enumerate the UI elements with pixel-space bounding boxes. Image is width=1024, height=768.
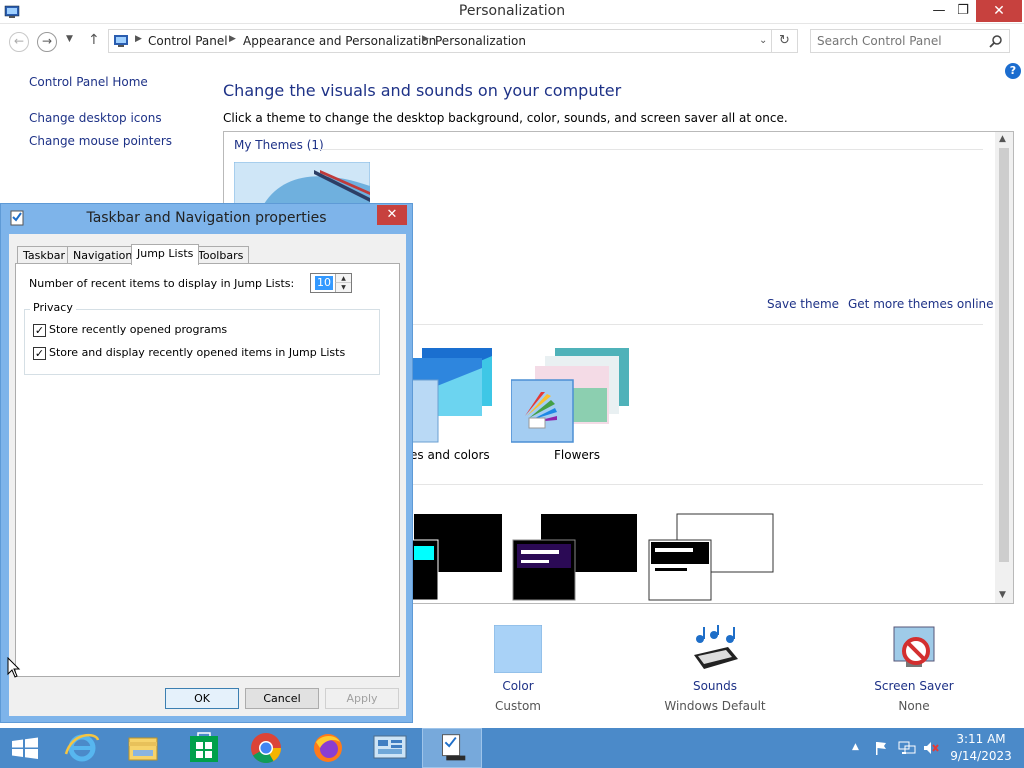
theme-label[interactable]: es and colors [410,448,490,462]
my-themes-label: My Themes (1) [234,138,324,152]
firefox-icon[interactable] [298,728,358,768]
my-theme-thumbnail[interactable] [234,162,370,204]
change-mouse-pointers-link[interactable]: Change mouse pointers [29,134,172,148]
recent-items-stepper[interactable]: 10 ▲ ▼ [310,273,352,293]
recent-items-value[interactable]: 10 [315,276,333,290]
jump-lists-pane: Number of recent items to display in Jum… [15,263,400,677]
address-box[interactable]: ▶ Control Panel ▶ Appearance and Persona… [108,29,772,53]
tab-taskbar[interactable]: Taskbar [17,246,71,264]
search-box[interactable] [810,29,1010,53]
screen-saver-icon [893,626,935,667]
page-description: Click a theme to change the desktop back… [223,111,788,125]
control-panel-icon [114,35,128,47]
change-desktop-icons-link[interactable]: Change desktop icons [29,111,162,125]
network-icon[interactable] [898,740,916,756]
privacy-groupbox [24,309,380,375]
scroll-up-arrow[interactable]: ▲ [999,134,1006,144]
tab-toolbars[interactable]: Toolbars [192,246,250,264]
color-value: Custom [495,699,541,713]
recent-pages-dropdown[interactable]: ▼ [66,34,73,44]
store-icon[interactable] [174,728,234,768]
screen-saver-value: None [898,699,930,713]
breadcrumb-personalization[interactable]: Personalization [435,34,526,48]
search-input[interactable] [817,33,977,49]
group-divider [314,149,983,150]
dialog-title: Taskbar and Navigation properties [86,210,327,226]
store-items-label[interactable]: Store and display recently opened items … [49,346,345,359]
recent-items-label: Number of recent items to display in Jum… [29,277,295,290]
taskbar-properties-taskbar-icon[interactable] [422,728,482,768]
internet-explorer-icon[interactable] [52,728,112,768]
stepper-down-button[interactable]: ▼ [335,283,351,292]
breadcrumb-separator[interactable]: ▶ [229,34,236,44]
refresh-button[interactable]: ↻ [772,29,798,53]
file-explorer-icon[interactable] [113,728,173,768]
tab-navigation[interactable]: Navigation [67,246,139,264]
clock-date: 9/14/2023 [950,749,1012,763]
get-more-themes-link[interactable]: Get more themes online [848,297,994,311]
cancel-button[interactable]: Cancel [245,688,319,709]
store-programs-label[interactable]: Store recently opened programs [49,323,227,336]
up-button[interactable]: ↑ [88,32,100,48]
address-bar-row: ← → ▼ ↑ ▶ Control Panel ▶ Appearance and… [0,24,1024,58]
color-label[interactable]: Color [458,679,578,693]
sounds-icon [694,625,738,669]
dialog-body: Taskbar Navigation Jump Lists Toolbars N… [9,234,406,716]
theme-lines-and-colors[interactable] [404,346,496,444]
minimize-button[interactable]: — [926,0,952,22]
back-button[interactable]: ← [9,32,29,52]
close-button[interactable]: ✕ [976,0,1022,22]
scroll-down-arrow[interactable]: ▼ [999,590,1006,600]
save-theme-link[interactable]: Save theme [767,297,839,311]
mouse-cursor-icon [7,657,21,678]
theme-flowers[interactable] [511,346,633,444]
page-title: Change the visuals and sounds on your co… [223,81,622,100]
volume-muted-icon[interactable] [922,740,940,756]
taskbar: ▲ 3:11 AM 9/14/2023 [0,728,1024,768]
system-clock[interactable]: 3:11 AM 9/14/2023 [950,732,1012,763]
screen-saver-label[interactable]: Screen Saver [854,679,974,693]
theme-label[interactable]: Flowers [554,448,600,462]
breadcrumb-appearance[interactable]: Appearance and Personalization [243,34,436,48]
screen-saver-setting[interactable]: Screen Saver None [854,625,974,713]
breadcrumb-separator[interactable]: ▶ [422,34,429,44]
restore-button[interactable]: ❐ [950,0,976,22]
help-icon[interactable]: ? [1005,63,1021,79]
start-button-icon[interactable] [0,728,50,768]
address-dropdown[interactable]: ⌄ [759,35,767,46]
window-title: Personalization [458,3,566,19]
sounds-value: Windows Default [664,699,766,713]
theme-high-contrast-2[interactable] [511,512,637,602]
clock-time: 3:11 AM [956,732,1006,746]
sounds-setting[interactable]: Sounds Windows Default [655,625,775,713]
forward-button[interactable]: → [37,32,57,52]
ok-button[interactable]: OK [165,688,239,709]
control-panel-taskbar-icon[interactable] [360,728,420,768]
privacy-title: Privacy [30,301,76,314]
store-programs-checkbox[interactable]: ✓ [33,324,46,337]
dialog-close-button[interactable]: ✕ [377,205,407,225]
tab-jump-lists[interactable]: Jump Lists [131,244,200,265]
theme-high-contrast-1[interactable] [410,512,502,602]
show-hidden-icons-chevron[interactable]: ▲ [852,742,859,752]
search-icon[interactable] [989,34,1003,48]
window-titlebar: Personalization — ❐ ✕ [0,0,1024,24]
apply-button[interactable]: Apply [325,688,399,709]
store-items-checkbox[interactable]: ✓ [33,347,46,360]
breadcrumb-separator[interactable]: ▶ [135,34,142,44]
theme-list-scrollbar[interactable]: ▲ ▼ [995,132,1013,603]
action-center-flag-icon[interactable] [873,740,889,756]
chrome-icon[interactable] [236,728,296,768]
breadcrumb-control-panel[interactable]: Control Panel [148,34,228,48]
color-setting[interactable]: Color Custom [458,625,578,713]
control-panel-home-link[interactable]: Control Panel Home [29,75,148,89]
stepper-up-button[interactable]: ▲ [335,274,351,283]
scroll-thumb[interactable] [999,148,1009,562]
color-swatch-icon [494,625,542,673]
taskbar-properties-dialog: Taskbar and Navigation properties ✕ Task… [0,203,413,723]
sounds-label[interactable]: Sounds [655,679,775,693]
theme-high-contrast-white[interactable] [647,512,775,602]
